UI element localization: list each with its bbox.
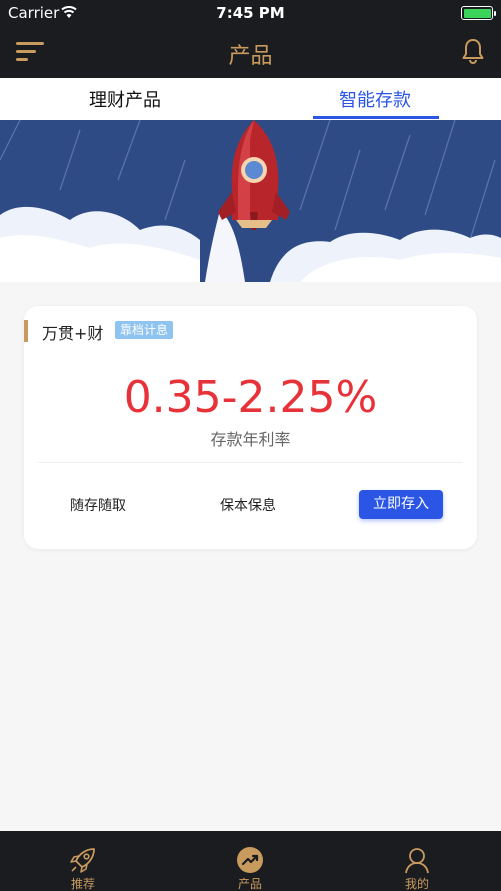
product-card[interactable]: 万贯+财 靠档计息 0.35-2.25% 存款年利率 随存随取 保本保息 立即存…	[24, 306, 477, 549]
deposit-now-button[interactable]: 立即存入	[359, 490, 443, 519]
segment-tabs: 理财产品 智能存款	[0, 78, 501, 120]
user-icon	[405, 848, 429, 874]
rocket-illustration	[0, 120, 501, 282]
bottom-tab-bar: 推荐 产品 我的	[0, 831, 501, 891]
card-divider	[38, 462, 463, 463]
tabbar-label-mine: 我的	[404, 877, 429, 891]
page-title: 产品	[228, 44, 273, 69]
feature-guaranteed: 保本保息	[220, 498, 276, 514]
trend-icon	[237, 847, 263, 873]
tab-wealth-products[interactable]: 理财产品	[25, 86, 225, 112]
interest-badge: 靠档计息	[115, 321, 174, 339]
feature-flexible: 随存随取	[70, 498, 126, 514]
tabbar-item-products[interactable]: 产品	[200, 831, 300, 891]
rocket-icon	[70, 848, 95, 873]
annual-rate: 0.35-2.25%	[123, 372, 378, 423]
rate-label: 存款年利率	[210, 430, 291, 449]
tabbar-item-recommend[interactable]: 推荐	[33, 831, 133, 891]
tab-smart-deposit[interactable]: 智能存款	[275, 86, 475, 112]
status-bar: Carrier 7:45 PM	[0, 0, 501, 26]
card-accent-bar	[24, 320, 28, 342]
tabbar-item-mine[interactable]: 我的	[367, 831, 467, 891]
status-time: 7:45 PM	[216, 4, 285, 22]
bell-icon[interactable]	[461, 38, 485, 64]
product-name: 万贯+财	[42, 324, 104, 343]
rocket-banner[interactable]	[0, 120, 501, 282]
battery-icon	[461, 6, 496, 20]
nav-bar: 产品	[0, 26, 501, 78]
tabbar-label-recommend: 推荐	[70, 877, 95, 891]
tabbar-label-products: 产品	[237, 877, 262, 891]
active-tab-indicator	[313, 116, 439, 119]
